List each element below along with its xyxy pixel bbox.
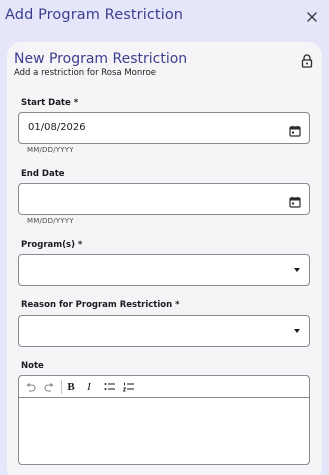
note-editor[interactable]: B I — [18, 375, 310, 465]
reason-select[interactable] — [18, 315, 310, 347]
bullet-list-icon — [104, 383, 115, 390]
start-date-value: 01/08/2026 — [28, 122, 86, 133]
reason-label: Reason for Program Restriction * — [21, 300, 180, 310]
restriction-card: New Program Restriction Add a restrictio… — [7, 42, 322, 475]
end-date-helper: MM/DD/YYYY — [27, 217, 74, 225]
calendar-icon — [289, 196, 301, 208]
note-text-area[interactable] — [19, 398, 309, 465]
bullet-list-button[interactable] — [103, 380, 117, 394]
end-date-calendar-button[interactable] — [289, 193, 301, 208]
calendar-icon — [289, 125, 301, 137]
bold-button[interactable]: B — [64, 380, 78, 394]
undo-icon — [26, 382, 35, 392]
redo-icon — [44, 382, 53, 392]
numbered-list-button[interactable] — [122, 380, 136, 394]
editor-toolbar: B I — [19, 376, 309, 398]
dropdown-arrow-icon — [294, 329, 300, 333]
end-date-label: End Date — [21, 169, 65, 179]
start-date-label: Start Date * — [21, 98, 79, 108]
toolbar-divider — [61, 380, 62, 394]
end-date-field[interactable] — [18, 183, 310, 215]
programs-label: Program(s) * — [21, 240, 83, 250]
card-title: New Program Restriction — [14, 51, 188, 67]
dialog-title: Add Program Restriction — [5, 7, 184, 23]
dialog-header: Add Program Restriction — [0, 0, 329, 34]
card-subtitle: Add a restriction for Rosa Monroe — [14, 68, 156, 78]
redo-button[interactable] — [42, 380, 56, 394]
lock-icon — [301, 54, 313, 68]
note-label: Note — [21, 361, 44, 371]
italic-button[interactable]: I — [82, 380, 96, 394]
start-date-helper: MM/DD/YYYY — [27, 146, 74, 154]
start-date-field[interactable]: 01/08/2026 — [18, 112, 310, 144]
lock-button[interactable] — [301, 53, 313, 68]
start-date-calendar-button[interactable] — [289, 122, 301, 137]
close-icon — [307, 12, 317, 22]
numbered-list-icon — [123, 382, 134, 392]
close-button[interactable] — [305, 9, 319, 23]
dropdown-arrow-icon — [294, 268, 300, 272]
undo-button[interactable] — [23, 380, 37, 394]
programs-select[interactable] — [18, 254, 310, 286]
